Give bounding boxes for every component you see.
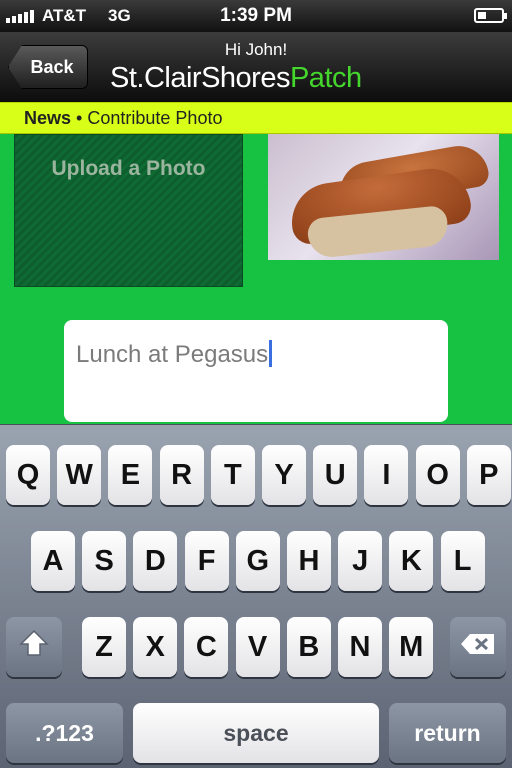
upload-photo-button[interactable]: Upload a Photo xyxy=(14,134,243,287)
shift-icon xyxy=(19,629,49,665)
key-t[interactable]: T xyxy=(210,445,255,505)
breadcrumb: News • Contribute Photo xyxy=(0,102,512,134)
key-w[interactable]: W xyxy=(57,445,102,505)
key-e[interactable]: E xyxy=(108,445,153,505)
key-o[interactable]: O xyxy=(415,445,460,505)
key-d[interactable]: D xyxy=(133,531,178,591)
app-header: Back Hi John! St.ClairShoresPatch xyxy=(0,32,512,102)
contribute-photo-area: Upload a Photo Lunch at Pegasus xyxy=(0,134,512,424)
key-l[interactable]: L xyxy=(440,531,485,591)
greeting: Hi John! xyxy=(224,40,288,59)
key-h[interactable]: H xyxy=(287,531,331,591)
key-i[interactable]: I xyxy=(364,445,409,505)
onscreen-keyboard: .?123 space return QWERTYUIOP ASDFGHJKL ZX… xyxy=(0,424,512,768)
return-key[interactable]: return xyxy=(389,703,506,763)
brand-logo: St.ClairShoresPatch xyxy=(110,62,362,95)
key-f[interactable]: F xyxy=(184,531,229,591)
clock: 1:39 PM xyxy=(220,5,292,26)
caption-text: Lunch at Pegasus xyxy=(76,341,269,368)
numbers-key[interactable]: .?123 xyxy=(6,703,123,763)
key-u[interactable]: U xyxy=(313,445,358,505)
key-c[interactable]: C xyxy=(184,617,229,677)
key-j[interactable]: J xyxy=(338,531,383,591)
caption-input[interactable]: Lunch at Pegasus xyxy=(64,320,448,422)
upload-photo-label: Upload a Photo xyxy=(51,157,206,180)
delete-key[interactable] xyxy=(450,617,506,677)
key-x[interactable]: X xyxy=(133,617,178,677)
key-a[interactable]: A xyxy=(31,531,75,591)
key-g[interactable]: G xyxy=(235,531,280,591)
key-z[interactable]: Z xyxy=(82,617,126,677)
key-m[interactable]: M xyxy=(389,617,434,677)
space-key[interactable]: space xyxy=(133,703,379,763)
brand-name: St.ClairShores xyxy=(110,62,290,94)
brand-accent: Patch xyxy=(289,62,362,94)
breadcrumb-news-link[interactable]: News xyxy=(24,108,71,128)
key-s[interactable]: S xyxy=(82,531,127,591)
key-r[interactable]: R xyxy=(159,445,204,505)
key-b[interactable]: B xyxy=(286,617,331,677)
status-bar: AT&T 3G 1:39 PM xyxy=(0,0,512,32)
text-cursor xyxy=(269,340,273,367)
key-k[interactable]: K xyxy=(389,531,434,591)
breadcrumb-current: Contribute Photo xyxy=(87,108,223,128)
key-q[interactable]: Q xyxy=(6,445,50,505)
shift-key[interactable] xyxy=(6,617,62,677)
battery-icon xyxy=(474,8,507,23)
key-y[interactable]: Y xyxy=(262,445,306,505)
key-p[interactable]: P xyxy=(466,445,511,505)
backspace-icon xyxy=(460,631,496,664)
key-n[interactable]: N xyxy=(338,617,382,677)
photo-preview[interactable] xyxy=(268,134,499,260)
key-v[interactable]: V xyxy=(235,617,280,677)
breadcrumb-separator: • xyxy=(76,108,83,128)
